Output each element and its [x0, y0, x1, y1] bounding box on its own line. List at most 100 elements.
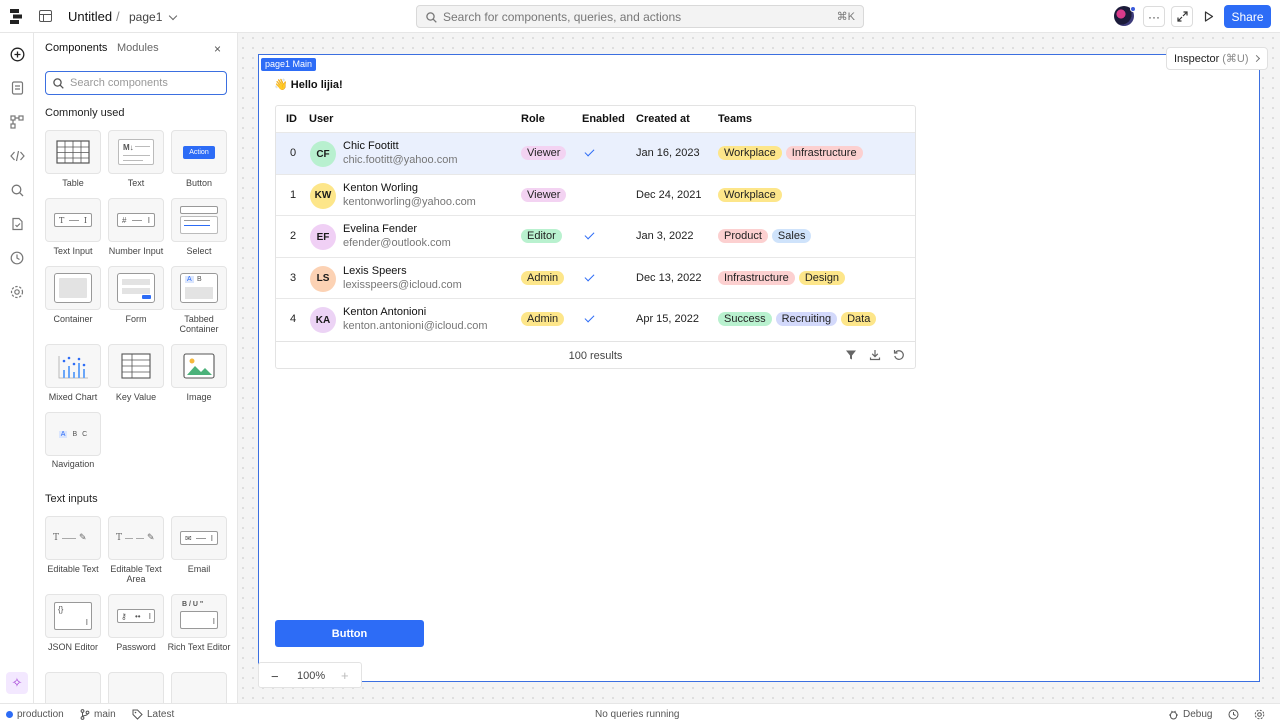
tile-partial[interactable] [108, 672, 164, 703]
component-tree-icon[interactable] [8, 113, 26, 131]
column-header-user[interactable]: User [309, 113, 333, 125]
tab-modules[interactable]: Modules [117, 42, 159, 54]
search-rail-icon[interactable] [8, 181, 26, 199]
tile-form[interactable] [108, 266, 164, 310]
editable-text-tile-icon: T ✎ [53, 533, 87, 543]
debug-button[interactable]: Debug [1168, 709, 1212, 720]
user-avatar: KA [310, 307, 336, 334]
ai-assist-sparkle-icon[interactable]: ✧ [6, 672, 28, 694]
app-title[interactable]: Untitled [68, 9, 112, 24]
tile-email[interactable]: ✉ I [171, 516, 227, 560]
tile-container[interactable] [45, 266, 101, 310]
tile-partial[interactable] [45, 672, 101, 703]
tile-json-editor[interactable]: {} I [45, 594, 101, 638]
cell-created-at: Dec 24, 2021 [636, 188, 702, 201]
zoom-in-button[interactable]: + [341, 668, 349, 683]
tile-rich-text-editor[interactable]: B / U " I [171, 594, 227, 638]
column-header-created-at[interactable]: Created at [636, 113, 690, 125]
layout-panel-icon[interactable] [39, 10, 52, 22]
column-header-teams[interactable]: Teams [718, 113, 752, 125]
tile-select[interactable] [171, 198, 227, 242]
team-badge: Recruiting [775, 312, 838, 327]
more-button[interactable]: ··· [1143, 6, 1165, 27]
users-table[interactable]: ID User Role Enabled Created at Teams 0 C… [275, 105, 916, 369]
enabled-check-icon [584, 146, 595, 157]
inspector-label: Inspector [1174, 52, 1220, 65]
release-selector[interactable]: Latest [132, 709, 174, 720]
team-badge: Workplace [718, 146, 782, 160]
top-bar: Untitled / page1 ⌘K ··· Share [0, 0, 1280, 33]
tile-mixed-chart[interactable] [45, 344, 101, 388]
download-icon[interactable] [869, 349, 881, 361]
share-button[interactable]: Share [1224, 5, 1271, 28]
column-header-role[interactable]: Role [521, 113, 545, 125]
enabled-check-icon [584, 312, 595, 323]
cell-teams: Success Recruiting Data [718, 312, 880, 327]
team-badge: Design [798, 270, 846, 285]
global-search-input[interactable] [443, 9, 823, 25]
zoom-level[interactable]: 100% [297, 670, 325, 682]
tile-label: Email [187, 564, 211, 574]
team-badge: Workplace [718, 187, 782, 202]
tile-number-input[interactable]: # I [108, 198, 164, 242]
retool-logo-icon[interactable] [9, 8, 26, 25]
fullscreen-button[interactable] [1171, 6, 1193, 27]
markdown-tile-icon: M↓ [118, 139, 154, 165]
search-shortcut: ⌘K [836, 11, 855, 23]
close-panel-button[interactable]: × [214, 42, 221, 56]
tile-button[interactable]: Action [171, 130, 227, 174]
tile-text[interactable]: M↓ [108, 130, 164, 174]
greeting-text[interactable]: 👋 Hello lijia! [274, 78, 343, 91]
tile-navigation[interactable]: A B C [45, 412, 101, 456]
mixed-chart-tile-icon [58, 356, 88, 379]
branch-selector[interactable]: main [80, 709, 116, 720]
tile-image[interactable] [171, 344, 227, 388]
tile-password[interactable]: ⚷ •• I [108, 594, 164, 638]
cell-created-at: Jan 3, 2022 [636, 230, 694, 243]
preview-button[interactable] [1198, 6, 1220, 27]
tile-partial[interactable] [171, 672, 227, 703]
frame-tag[interactable]: page1 Main [261, 58, 317, 71]
cell-user-email: kenton.antonioni@icloud.com [343, 320, 488, 333]
settings-icon[interactable] [1254, 709, 1265, 720]
state-icon[interactable] [8, 215, 26, 233]
pages-icon[interactable] [8, 79, 26, 97]
tile-editable-text-area[interactable]: T ✎ [108, 516, 164, 560]
history-icon[interactable] [8, 249, 26, 267]
inspector-button[interactable]: Inspector (⌘U) [1166, 47, 1268, 70]
history-icon[interactable] [1228, 709, 1239, 720]
tile-text-input[interactable]: TI [45, 198, 101, 242]
page-selector[interactable]: page1 [129, 10, 178, 24]
tab-components[interactable]: Components [45, 42, 107, 54]
tile-key-value[interactable] [108, 344, 164, 388]
global-search[interactable]: ⌘K [416, 5, 864, 28]
column-header-id[interactable]: ID [286, 113, 297, 125]
component-search[interactable] [45, 71, 227, 95]
tile-editable-text[interactable]: T ✎ [45, 516, 101, 560]
password-tile-icon: ⚷ •• I [117, 609, 155, 623]
tile-table[interactable] [45, 130, 101, 174]
status-bar: production main Latest No queries runnin… [0, 703, 1280, 725]
form-tile-icon [117, 273, 155, 303]
tile-tabbed-container[interactable]: A B [171, 266, 227, 310]
table-row[interactable]: 2 EF Evelina Fender efender@outlook.com Edit… [276, 215, 915, 257]
component-search-input[interactable] [70, 75, 220, 91]
table-row[interactable]: 4 KA Kenton Antonioni kenton.antonioni@iclo… [276, 298, 915, 340]
filter-icon[interactable] [845, 349, 857, 361]
add-component-icon[interactable] [8, 45, 26, 63]
column-header-enabled[interactable]: Enabled [582, 113, 625, 125]
refresh-icon[interactable] [893, 349, 905, 361]
debug-label: Debug [1183, 709, 1213, 720]
branch-label: main [94, 709, 116, 720]
environment-selector[interactable]: production [6, 709, 64, 720]
tile-label: Key Value [115, 392, 157, 402]
canvas-button[interactable]: Button [275, 620, 424, 647]
code-icon[interactable] [8, 147, 26, 165]
zoom-out-button[interactable]: − [271, 669, 279, 684]
queries-status: No queries running [595, 709, 680, 720]
table-row[interactable]: 0 CF Chic Footitt chic.footitt@yahoo.com Vie… [276, 132, 915, 174]
cell-user-name: Lexis Speers [343, 264, 407, 277]
table-row[interactable]: 3 LS Lexis Speers lexisspeers@icloud.com Adm… [276, 256, 915, 299]
table-row[interactable]: 1 KW Kenton Worling kentonworling@yahoo.com… [276, 173, 915, 216]
settings-gear-icon[interactable] [8, 283, 26, 301]
